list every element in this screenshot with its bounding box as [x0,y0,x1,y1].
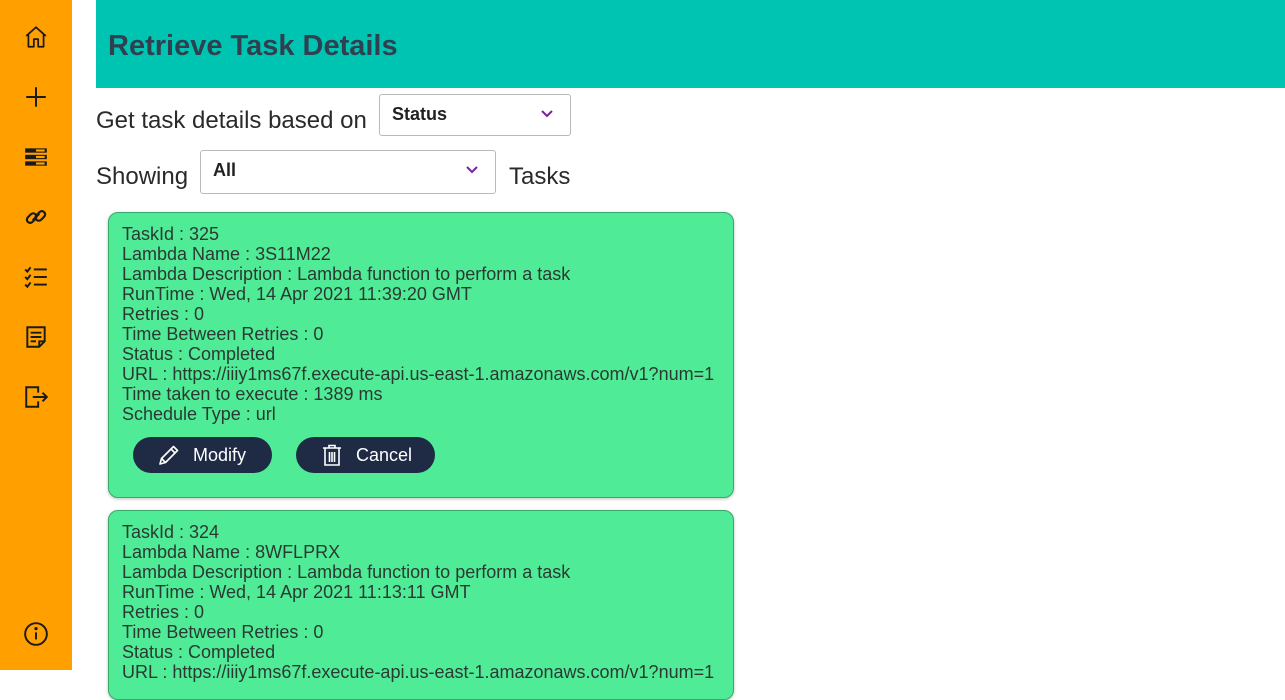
task-id: TaskId : 324 [122,522,220,542]
link-icon[interactable] [20,201,52,233]
document-icon[interactable] [20,321,52,353]
list-icon[interactable] [20,141,52,173]
info-icon[interactable] [20,618,52,650]
cancel-button-label: Cancel [356,444,413,465]
modify-button[interactable]: Modify [133,437,272,473]
criteria-select[interactable]: Status [379,94,571,136]
plus-icon[interactable] [20,81,52,113]
lambda-description: Lambda Description : Lambda function to … [122,562,571,582]
tasks-label: Tasks [509,163,571,190]
lambda-name: Lambda Name : 8WFLPRX [122,542,341,562]
run-time: RunTime : Wed, 14 Apr 2021 11:13:11 GMT [122,582,471,602]
showing-label: Showing [96,163,189,190]
page-title: Retrieve Task Details [108,30,398,62]
logout-icon[interactable] [20,381,52,413]
task-card: TaskId : 324 Lambda Name : 8WFLPRX Lambd… [108,510,734,700]
checklist-icon[interactable] [20,261,52,293]
lambda-name: Lambda Name : 3S11M22 [122,244,331,264]
run-time: RunTime : Wed, 14 Apr 2021 11:39:20 GMT [122,284,472,304]
pencil-icon [159,445,179,465]
modify-button-label: Modify [193,444,247,465]
task-card: TaskId : 325 Lambda Name : 3S11M22 Lambd… [108,212,734,498]
schedule-type: Schedule Type : url [122,404,276,424]
status-filter-value: All [213,160,237,180]
status-filter-select[interactable]: All [200,150,496,194]
lambda-description: Lambda Description : Lambda function to … [122,264,571,284]
chevron-down-icon [466,166,478,174]
cancel-button[interactable]: Cancel [296,437,435,473]
time-taken: Time taken to execute : 1389 ms [122,384,383,404]
time-between-retries: Time Between Retries : 0 [122,622,324,642]
url: URL : https://iiiy1ms67f.execute-api.us-… [122,662,715,682]
page-header: Retrieve Task Details [96,0,1285,88]
time-between-retries: Time Between Retries : 0 [122,324,324,344]
criteria-select-value: Status [392,104,448,124]
task-id: TaskId : 325 [122,224,220,244]
retries: Retries : 0 [122,602,205,622]
home-icon[interactable] [20,21,52,53]
trash-icon [323,444,341,466]
criteria-label: Get task details based on [96,107,367,134]
status: Status : Completed [122,642,276,662]
chevron-down-icon [541,110,553,118]
status: Status : Completed [122,344,276,364]
sidebar [0,0,72,670]
url: URL : https://iiiy1ms67f.execute-api.us-… [122,364,715,384]
retries: Retries : 0 [122,304,205,324]
